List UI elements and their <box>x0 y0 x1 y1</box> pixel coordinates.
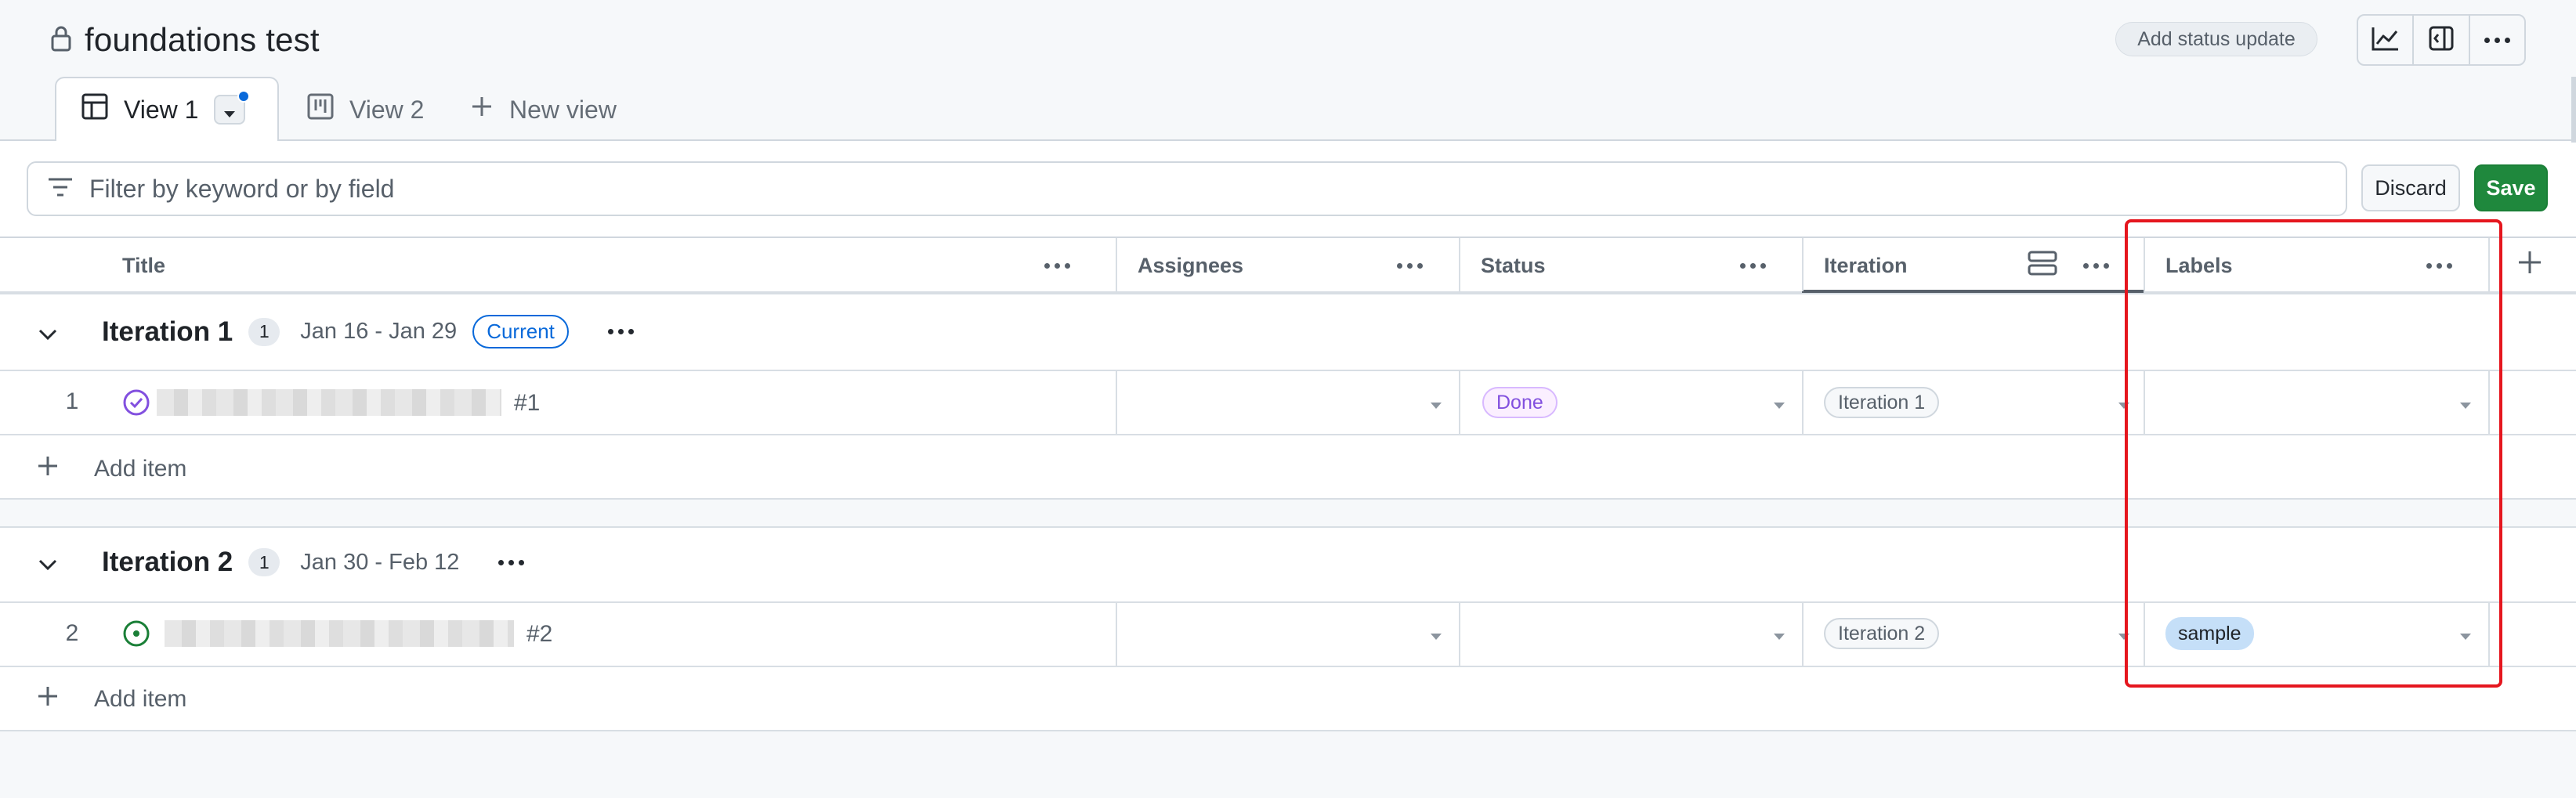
unsaved-changes-dot <box>237 90 251 103</box>
column-menu-icon[interactable] <box>1740 262 1766 269</box>
kebab-horizontal-icon <box>2484 37 2510 43</box>
caret-down-icon <box>1431 403 1442 409</box>
group-count-badge: 1 <box>248 317 280 346</box>
view-tab-bar: View 1 View 2 New view <box>0 77 2576 143</box>
discard-button[interactable]: Discard <box>2361 164 2460 211</box>
sidebar-icon <box>2428 25 2455 56</box>
column-divider <box>1116 371 1117 434</box>
labels-column-highlight <box>2125 219 2502 688</box>
filter-icon <box>47 175 74 204</box>
side-panel-button[interactable] <box>2414 16 2470 64</box>
add-field-button[interactable] <box>2516 249 2543 280</box>
add-status-update-button[interactable]: Add status update <box>2115 22 2317 56</box>
add-item-label: Add item <box>94 686 187 712</box>
column-divider <box>1459 371 1460 434</box>
group-name: Iteration 1 <box>102 316 233 347</box>
column-divider <box>1459 238 1460 291</box>
tab-view-2[interactable]: View 2 <box>307 77 424 143</box>
column-header-iteration[interactable]: Iteration <box>1824 238 2131 293</box>
lock-icon <box>50 25 72 56</box>
iteration-badge: Iteration 2 <box>1824 618 1940 649</box>
column-label: Title <box>122 253 166 277</box>
more-options-button[interactable] <box>2470 16 2524 64</box>
plus-icon <box>470 95 494 125</box>
tab-label: View 1 <box>124 95 199 124</box>
project-header: foundations test <box>50 16 320 64</box>
group-header-iteration-1: Iteration 1 1 Jan 16 - Jan 29 Current <box>102 315 634 348</box>
issue-closed-icon <box>122 388 150 421</box>
board-icon <box>307 93 334 126</box>
chevron-down-icon <box>34 559 61 581</box>
group-count-badge: 1 <box>248 548 280 576</box>
column-menu-icon[interactable] <box>1044 262 1070 269</box>
current-iteration-badge: Current <box>472 315 569 348</box>
triangle-down-icon <box>223 96 236 125</box>
add-item-button[interactable]: Add item <box>36 454 186 484</box>
column-header-assignees[interactable]: Assignees <box>1138 238 1445 293</box>
column-label: Iteration <box>1824 253 1908 277</box>
group-dates: Jan 16 - Jan 29 <box>300 319 458 344</box>
filter-input[interactable]: Filter by keyword or by field <box>27 161 2347 216</box>
column-label: Assignees <box>1138 253 1244 277</box>
table-footer-space <box>0 731 2576 798</box>
group-collapse-toggle[interactable] <box>34 321 61 352</box>
plus-icon <box>2516 251 2543 279</box>
header-actions <box>2357 14 2526 66</box>
column-menu-icon[interactable] <box>2083 262 2109 269</box>
add-item-label: Add item <box>94 456 187 482</box>
chevron-down-icon <box>34 329 61 351</box>
column-label: Status <box>1481 253 1546 277</box>
graph-icon <box>2371 25 2401 56</box>
group-name: Iteration 2 <box>102 547 233 577</box>
group-menu-icon[interactable] <box>607 329 634 334</box>
column-divider <box>1802 371 1804 434</box>
insights-button[interactable] <box>2358 16 2415 64</box>
row-index: 1 <box>65 388 79 414</box>
redacted-issue-title[interactable] <box>157 389 501 416</box>
column-divider <box>1116 238 1117 291</box>
column-divider <box>1802 238 1804 291</box>
redacted-issue-title[interactable] <box>165 620 514 647</box>
iteration-badge: Iteration 1 <box>1824 387 1940 418</box>
scrollbar-track[interactable] <box>2571 77 2576 143</box>
issue-number: #2 <box>526 621 553 647</box>
issue-open-icon <box>122 619 150 652</box>
column-divider <box>1459 603 1460 666</box>
tab-label: View 2 <box>349 95 425 124</box>
tab-view-1[interactable]: View 1 <box>55 77 279 143</box>
add-item-button[interactable]: Add item <box>36 684 186 714</box>
project-title: foundations test <box>85 21 320 58</box>
plus-icon <box>36 684 60 714</box>
column-divider <box>1802 603 1804 666</box>
filter-placeholder: Filter by keyword or by field <box>89 174 395 203</box>
group-dates: Jan 30 - Feb 12 <box>300 549 460 575</box>
column-header-title[interactable]: Title <box>122 238 1094 293</box>
column-header-status[interactable]: Status <box>1481 238 1788 293</box>
column-menu-icon[interactable] <box>1397 262 1423 269</box>
caret-down-icon <box>1774 403 1785 409</box>
new-view-button[interactable]: New view <box>470 77 617 143</box>
group-header-iteration-2: Iteration 2 1 Jan 30 - Feb 12 <box>102 547 525 578</box>
caret-down-icon <box>1774 634 1785 640</box>
group-by-icon[interactable] <box>2028 251 2057 281</box>
status-badge: Done <box>1482 387 1558 418</box>
issue-number: #1 <box>514 390 541 416</box>
group-menu-icon[interactable] <box>498 559 525 565</box>
view-options-button[interactable] <box>214 90 251 125</box>
plus-icon <box>36 454 60 484</box>
column-divider <box>1116 603 1117 666</box>
tab-label: New view <box>509 95 617 124</box>
save-button[interactable]: Save <box>2474 164 2548 211</box>
caret-down-icon <box>1431 634 1442 640</box>
row-index: 2 <box>65 620 79 646</box>
group-collapse-toggle[interactable] <box>34 551 61 582</box>
table-icon <box>81 93 108 126</box>
